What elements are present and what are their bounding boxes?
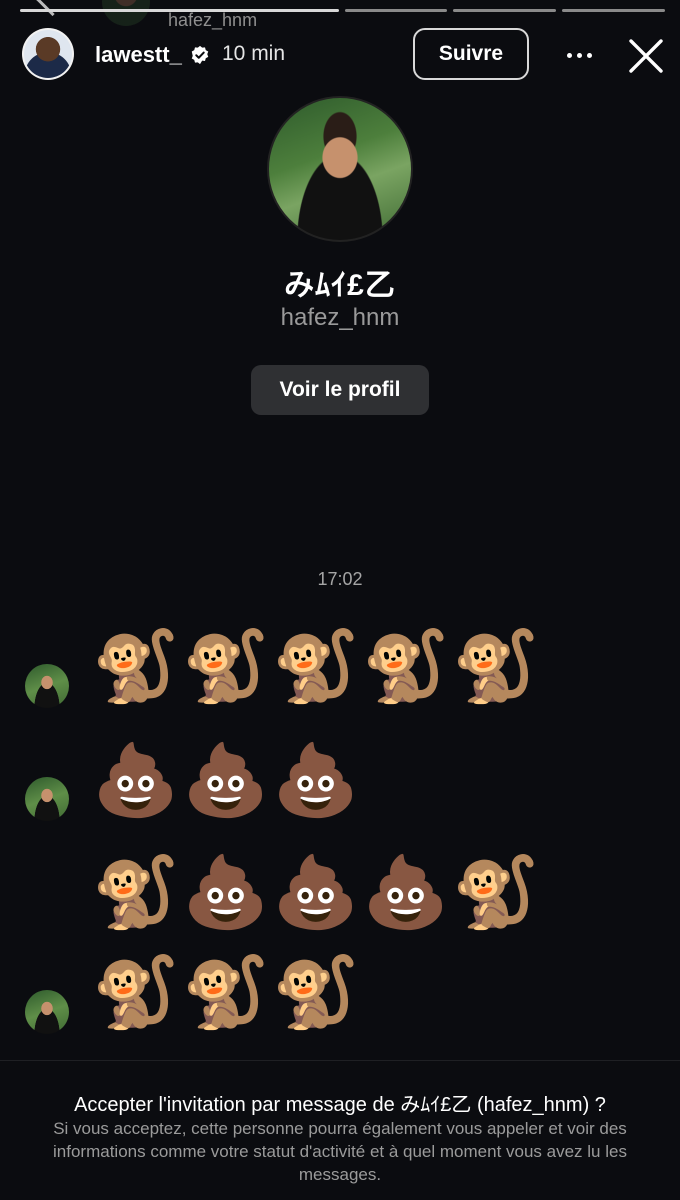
verified-badge-icon bbox=[191, 45, 209, 65]
story-author-avatar[interactable] bbox=[22, 28, 74, 80]
avatar bbox=[102, 0, 150, 26]
follow-button[interactable]: Suivre bbox=[413, 28, 529, 80]
monkey-emoji: 🐒 bbox=[452, 625, 540, 707]
progress-segment bbox=[453, 9, 557, 12]
monkey-emoji: 🐒 bbox=[362, 625, 450, 707]
monkey-emoji: 🐒 bbox=[182, 625, 270, 707]
message-bubble[interactable]: 🐒 🐒 🐒 🐒 🐒 bbox=[92, 624, 540, 708]
view-profile-button[interactable]: Voir le profil bbox=[251, 365, 429, 415]
progress-segment bbox=[562, 9, 665, 12]
progress-segment bbox=[20, 9, 339, 12]
story-author-username[interactable]: lawestt_ bbox=[95, 42, 182, 68]
poop-emoji: 💩 bbox=[182, 739, 270, 821]
invitation-title: Accepter l'invitation par message de みﾑｲ… bbox=[74, 1094, 606, 1116]
profile-display-name: みﾑｲ£乙 bbox=[284, 269, 396, 302]
sender-avatar[interactable] bbox=[25, 777, 69, 821]
sender-avatar[interactable] bbox=[25, 990, 69, 1034]
divider bbox=[0, 1060, 680, 1061]
monkey-emoji: 🐒 bbox=[452, 851, 540, 933]
monkey-emoji: 🐒 bbox=[182, 951, 270, 1033]
invitation-body: Si vous acceptez, cette personne pourra … bbox=[53, 1119, 627, 1184]
close-icon[interactable] bbox=[626, 36, 666, 76]
story-progress bbox=[20, 9, 665, 13]
message-bubble[interactable]: 💩 💩 💩 bbox=[92, 738, 360, 822]
poop-emoji: 💩 bbox=[272, 739, 360, 821]
profile-username: hafez_hnm bbox=[280, 304, 400, 331]
poop-emoji: 💩 bbox=[92, 739, 180, 821]
monkey-emoji: 🐒 bbox=[92, 851, 180, 933]
monkey-emoji: 🐒 bbox=[272, 951, 360, 1033]
profile-picture[interactable] bbox=[267, 96, 413, 242]
more-horizontal-icon[interactable] bbox=[562, 38, 596, 72]
message-timestamp: 17:02 bbox=[317, 569, 363, 589]
message-bubble[interactable]: 🐒 🐒 🐒 bbox=[92, 950, 360, 1034]
monkey-emoji: 🐒 bbox=[272, 625, 360, 707]
poop-emoji: 💩 bbox=[182, 851, 270, 933]
progress-segment bbox=[344, 9, 448, 12]
poop-emoji: 💩 bbox=[362, 851, 450, 933]
sender-avatar[interactable] bbox=[25, 664, 69, 708]
monkey-emoji: 🐒 bbox=[92, 625, 180, 707]
monkey-emoji: 🐒 bbox=[92, 951, 180, 1033]
message-bubble[interactable]: 🐒 💩 💩 💩 🐒 bbox=[92, 850, 540, 934]
story-time: 10 min bbox=[222, 42, 286, 65]
peek-username: hafez_hnm bbox=[168, 10, 258, 30]
poop-emoji: 💩 bbox=[272, 851, 360, 933]
